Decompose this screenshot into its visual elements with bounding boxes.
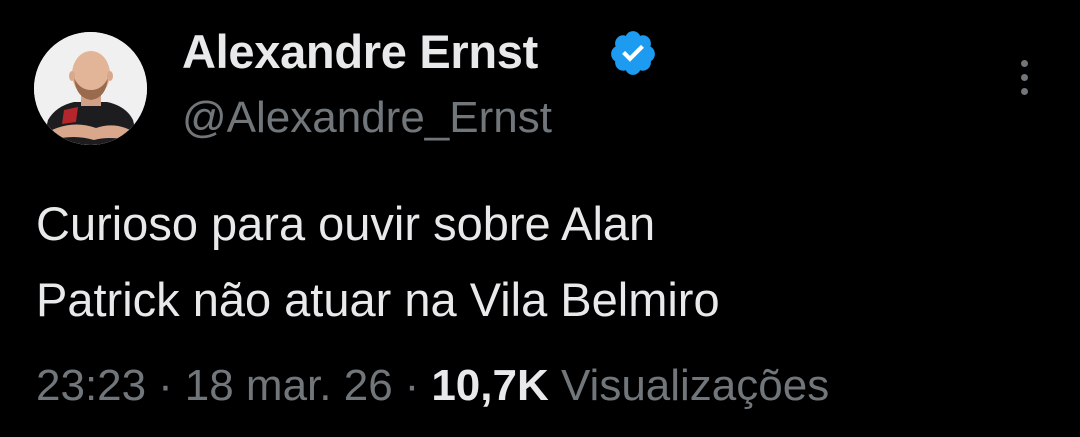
tweet-text-line: Patrick não atuar na Vila Belmiro	[36, 273, 720, 326]
tweet-date[interactable]: 18 mar. 26	[185, 361, 393, 410]
more-dot	[1021, 74, 1028, 81]
separator-dot: ·	[158, 361, 173, 410]
verified-badge-icon	[611, 31, 655, 75]
tweet-text: Curioso para ouvir sobre Alan Patrick nã…	[36, 186, 1036, 338]
tweet[interactable]: Alexandre Ernst @Alexandre_Ernst Curioso…	[0, 0, 1080, 437]
tweet-text-line: Curioso para ouvir sobre Alan	[36, 197, 656, 250]
more-dot	[1021, 88, 1028, 95]
more-dot	[1021, 60, 1028, 67]
views-count[interactable]: 10,7K	[431, 361, 548, 410]
user-handle[interactable]: @Alexandre_Ernst	[182, 90, 552, 146]
tweet-time[interactable]: 23:23	[36, 361, 146, 410]
avatar-image	[34, 32, 147, 145]
more-vertical-icon[interactable]	[1005, 58, 1045, 98]
display-name[interactable]: Alexandre Ernst	[182, 22, 538, 82]
views-label[interactable]: Visualizações	[561, 361, 829, 410]
avatar[interactable]	[34, 32, 147, 145]
tweet-meta: 23:23 · 18 mar. 26 · 10,7K Visualizações	[36, 358, 829, 414]
separator-dot: ·	[404, 361, 420, 410]
